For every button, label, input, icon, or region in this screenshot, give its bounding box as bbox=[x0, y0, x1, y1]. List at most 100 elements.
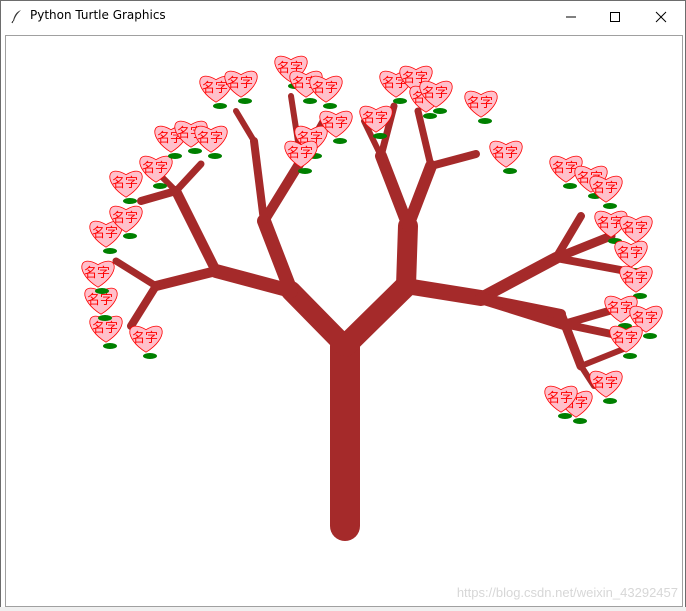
blossom-heart: 名字 bbox=[464, 90, 498, 124]
tree-branch bbox=[259, 156, 306, 226]
leaf bbox=[603, 398, 617, 404]
leaf-label: 名字 bbox=[87, 292, 113, 308]
leaf bbox=[143, 353, 157, 359]
blossom-heart: 名字 bbox=[589, 370, 623, 404]
leaf-label: 名字 bbox=[597, 215, 623, 231]
leaf bbox=[603, 203, 617, 209]
leaf bbox=[98, 315, 112, 321]
maximize-icon bbox=[610, 11, 620, 22]
leaf-label: 名字 bbox=[552, 160, 578, 176]
leaf bbox=[333, 138, 347, 144]
leaf-label: 名字 bbox=[547, 390, 573, 406]
leaf bbox=[503, 168, 517, 174]
tree-branch bbox=[402, 160, 437, 232]
leaf bbox=[423, 113, 437, 119]
leaf bbox=[123, 198, 137, 204]
leaf-label: 名字 bbox=[142, 160, 168, 176]
leaf-label: 名字 bbox=[92, 320, 118, 336]
leaf-label: 名字 bbox=[227, 75, 253, 91]
tree-branch bbox=[250, 137, 268, 225]
leaf-label: 名字 bbox=[467, 95, 493, 111]
leaf-label: 名字 bbox=[322, 115, 348, 131]
tree-branch bbox=[112, 257, 160, 290]
leaf bbox=[323, 103, 337, 109]
blossom-heart: 名字 bbox=[109, 170, 143, 204]
watermark-text: https://blog.csdn.net/weixin_43292457 bbox=[456, 585, 678, 600]
title-bar[interactable]: Python Turtle Graphics bbox=[1, 1, 685, 32]
leaf-label: 名字 bbox=[92, 225, 118, 241]
leaf bbox=[623, 353, 637, 359]
leaf bbox=[573, 418, 587, 424]
leaf bbox=[213, 103, 227, 109]
leaf bbox=[238, 98, 252, 104]
tree-branch bbox=[398, 278, 489, 306]
close-button[interactable] bbox=[638, 1, 684, 32]
tree-branch bbox=[475, 252, 562, 304]
tree-blossoms: 名字名字名字名字名字名字名字名字名字名字名字名字名字名字名字名字名字名字名字 名字… bbox=[81, 55, 663, 424]
blossom-heart: 名字 bbox=[224, 70, 258, 104]
leaf-label: 名字 bbox=[592, 375, 618, 391]
leaf-label: 名字 bbox=[287, 145, 313, 161]
tree-branch bbox=[233, 108, 257, 144]
turtle-window: Python Turtle Graphics 名字 名字 名字 名字 名字 名字 名字 名字名… bbox=[0, 0, 686, 611]
leaf bbox=[153, 183, 167, 189]
tree-branch bbox=[172, 160, 205, 195]
tree-drawing: 名字名字名字名字名字名字名字名字名字名字名字名字名字名字名字名字名字名字名字 名字… bbox=[81, 55, 663, 541]
leaf-label: 名字 bbox=[84, 265, 110, 281]
blossom-heart: 名字 bbox=[129, 325, 163, 359]
leaf-label: 名字 bbox=[112, 210, 138, 226]
leaf-label: 名字 bbox=[312, 80, 338, 96]
tree-branch bbox=[427, 150, 480, 170]
bottom-strip bbox=[0, 607, 686, 611]
minimize-button[interactable] bbox=[548, 1, 594, 32]
leaf-label: 名字 bbox=[422, 85, 448, 101]
blossom-heart: 名字 bbox=[309, 75, 343, 109]
tree-branch bbox=[578, 345, 629, 369]
tree-branch bbox=[137, 187, 180, 205]
leaf-label: 名字 bbox=[197, 130, 223, 146]
leaf bbox=[188, 148, 202, 154]
leaf bbox=[393, 98, 407, 104]
tree-branch bbox=[396, 216, 418, 296]
leaf bbox=[558, 413, 572, 419]
leaf bbox=[298, 168, 312, 174]
blossom-heart: 名字 bbox=[89, 315, 123, 349]
tree-branch bbox=[281, 281, 355, 356]
leaf bbox=[168, 153, 182, 159]
leaf-label: 名字 bbox=[492, 145, 518, 161]
leaf bbox=[373, 133, 387, 139]
turtle-canvas[interactable]: 名字 名字 名字 名字 名字 名字 名字 名字 名字 名字 名字 名字 名字 名字 名字 名字 名字 名字 名字 名字… bbox=[5, 35, 683, 607]
tree-branch bbox=[375, 150, 414, 232]
close-icon bbox=[655, 11, 667, 22]
blossom-heart: 名字 bbox=[619, 265, 653, 299]
leaf-label: 名字 bbox=[202, 80, 228, 96]
leaf bbox=[103, 343, 117, 349]
leaf bbox=[103, 248, 117, 254]
tree-branch bbox=[171, 186, 221, 276]
leaf bbox=[563, 183, 577, 189]
leaf bbox=[433, 108, 447, 114]
leaf-label: 名字 bbox=[607, 300, 633, 316]
minimize-icon bbox=[566, 16, 576, 17]
maximize-button[interactable] bbox=[592, 1, 638, 32]
tree-branch bbox=[414, 107, 435, 170]
leaf-label: 名字 bbox=[622, 220, 648, 236]
tree-branch bbox=[151, 266, 221, 291]
leaf-label: 名字 bbox=[112, 175, 138, 191]
leaf bbox=[303, 98, 317, 104]
blossom-heart: 名字 bbox=[589, 175, 623, 209]
leaf-label: 名字 bbox=[617, 245, 643, 261]
leaf bbox=[123, 233, 137, 239]
leaf bbox=[478, 118, 492, 124]
leaf-label: 名字 bbox=[592, 180, 618, 196]
leaf-label: 名字 bbox=[362, 110, 388, 126]
leaf bbox=[643, 333, 657, 339]
leaf bbox=[95, 288, 109, 294]
blossom-heart: 名字 bbox=[284, 140, 318, 174]
tree-branch bbox=[127, 282, 160, 330]
blossom-heart: 名字 bbox=[194, 125, 228, 159]
window-title: Python Turtle Graphics bbox=[30, 8, 166, 22]
leaf-label: 名字 bbox=[632, 310, 658, 326]
tree-branch bbox=[552, 254, 630, 275]
tree-branch bbox=[334, 275, 417, 357]
